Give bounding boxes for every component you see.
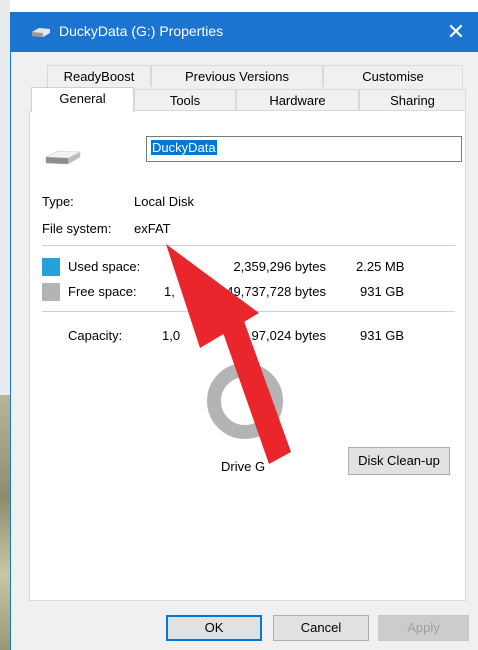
volume-name-input[interactable]: DuckyData — [146, 136, 462, 162]
free-space-bytes-end: 049,737,728 bytes — [219, 284, 326, 299]
tab-sharing[interactable]: Sharing — [359, 89, 466, 111]
tab-hardware[interactable]: Hardware — [236, 89, 359, 111]
used-space-size: 2.25 MB — [356, 259, 405, 274]
free-space-size: 931 GB — [360, 284, 405, 299]
capacity-label: Capacity: — [68, 328, 123, 343]
volume-name-text: DuckyData — [151, 140, 217, 155]
tab-previous-versions[interactable]: Previous Versions — [151, 65, 323, 87]
type-label: Type: — [42, 194, 74, 209]
used-space-bytes: 2,359,296 bytes — [233, 259, 326, 274]
drive-icon — [32, 28, 50, 37]
drive-caption: Drive G — [221, 459, 266, 474]
disk-usage-ring — [207, 363, 283, 439]
apply-button[interactable]: Apply — [378, 615, 469, 641]
close-icon: ✕ — [446, 19, 466, 44]
ok-button[interactable]: OK — [166, 615, 262, 641]
used-space-swatch — [42, 258, 60, 276]
window-title: DuckyData (G:) Properties — [59, 23, 224, 39]
capacity-size: 931 GB — [360, 328, 405, 343]
used-space-label: Used space: — [68, 259, 141, 274]
capacity-bytes-start: 1,0 — [162, 328, 181, 343]
disk-cleanup-button[interactable]: Disk Clean-up — [348, 447, 450, 475]
tab-tools[interactable]: Tools — [134, 89, 236, 111]
close-button[interactable]: ✕ — [433, 12, 478, 52]
tab-general[interactable]: General — [31, 87, 134, 112]
properties-dialog: DuckyData (G:) Properties ✕ ReadyBoost P… — [10, 12, 478, 650]
file-system-value: exFAT — [134, 221, 171, 236]
background-window-edge — [0, 395, 10, 650]
capacity-bytes-end: 97,024 bytes — [251, 328, 326, 343]
cancel-button[interactable]: Cancel — [273, 615, 369, 641]
free-space-swatch — [42, 283, 60, 301]
title-bar: DuckyData (G:) Properties ✕ — [11, 12, 478, 52]
tab-readyboost[interactable]: ReadyBoost — [47, 65, 151, 87]
type-value: Local Disk — [134, 194, 194, 209]
large-drive-icon — [45, 150, 81, 165]
free-space-label: Free space: — [68, 284, 137, 299]
general-tab-panel: DuckyData Type: Local Disk File system: … — [29, 110, 466, 601]
free-space-bytes-start: 1, — [164, 284, 175, 299]
divider — [42, 245, 455, 246]
file-system-label: File system: — [42, 221, 112, 236]
desktop-backdrop — [0, 0, 10, 650]
tab-customise[interactable]: Customise — [323, 65, 463, 87]
divider — [42, 311, 455, 312]
